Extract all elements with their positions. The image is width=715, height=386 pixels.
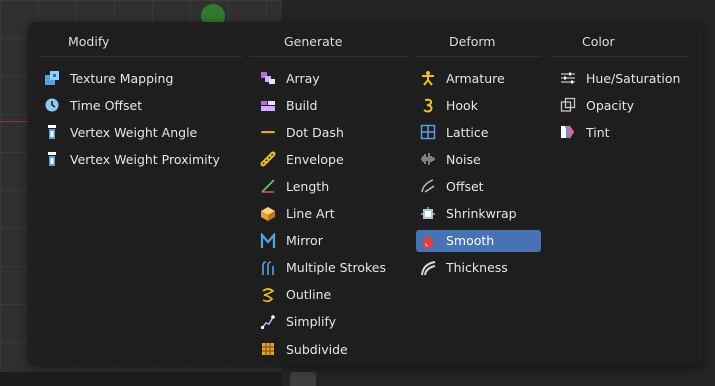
menu-item-line-art[interactable]: Line Art	[256, 203, 335, 225]
menu-item-label: Smooth	[446, 233, 495, 249]
column-divider	[38, 56, 243, 57]
menu-item-outline[interactable]: Outline	[256, 284, 331, 306]
line-art-icon	[260, 206, 276, 222]
menu-item-length[interactable]: Length	[256, 175, 329, 197]
menu-item-label: Multiple Strokes	[286, 260, 386, 276]
menu-item-opacity[interactable]: Opacity	[556, 94, 634, 116]
menu-item-label: Subdivide	[286, 341, 348, 357]
build-icon	[260, 97, 276, 113]
column-divider	[250, 56, 410, 57]
menu-item-noise[interactable]: Noise	[416, 148, 481, 170]
menu-item-build[interactable]: Build	[256, 94, 317, 116]
menu-item-label: Noise	[446, 151, 481, 167]
menu-item-vertex-weight-proximity[interactable]: Vertex Weight Proximity	[40, 148, 220, 170]
smooth-icon	[420, 233, 436, 249]
menu-item-label: Shrinkwrap	[446, 206, 517, 221]
menu-item-offset[interactable]: Offset	[416, 175, 484, 197]
outline-icon	[260, 287, 276, 303]
menu-item-label: Tint	[586, 124, 610, 140]
shrinkwrap-icon	[420, 206, 436, 222]
menu-item-multiple-strokes[interactable]: Multiple Strokes	[256, 257, 386, 279]
column-title-deform: Deform	[449, 34, 496, 49]
menu-item-vertex-weight-angle[interactable]: Vertex Weight Angle	[40, 121, 197, 143]
menu-item-label: Length	[286, 178, 330, 194]
menu-item-hue-saturation[interactable]: Hue/Saturation	[556, 67, 680, 89]
array-icon	[260, 70, 276, 86]
menu-item-label: Texture Mapping	[70, 70, 174, 86]
menu-item-label: Thickness	[446, 260, 508, 276]
menu-item-armature[interactable]: Armature	[416, 67, 505, 89]
opacity-icon	[560, 97, 576, 113]
menu-item-texture-mapping[interactable]: Texture Mapping	[40, 67, 173, 89]
menu-item-label: Armature	[446, 70, 505, 86]
menu-item-label: Envelope	[286, 151, 344, 167]
noise-icon	[420, 151, 436, 167]
menu-item-label: Vertex Weight Proximity	[70, 151, 220, 167]
menu-item-shrinkwrap[interactable]: Shrinkwrap	[416, 203, 517, 225]
menu-item-label: Build	[286, 97, 318, 113]
lattice-icon	[420, 124, 436, 140]
menu-item-label: Time Offset	[70, 97, 143, 113]
thickness-icon	[420, 260, 436, 276]
menu-item-label: Lattice	[446, 124, 489, 140]
menu-item-label: Dot Dash	[286, 124, 344, 140]
viewport-axis-line	[0, 121, 30, 122]
texture-mapping-icon	[44, 70, 60, 86]
column-divider	[550, 56, 690, 57]
subdivide-icon	[260, 341, 276, 357]
menu-item-label: Vertex Weight Angle	[70, 124, 198, 140]
hook-icon	[420, 97, 436, 113]
menu-item-label: Array	[286, 70, 320, 86]
offset-icon	[420, 178, 436, 194]
vertex-weight-icon	[44, 124, 60, 140]
menu-item-hook[interactable]: Hook	[416, 94, 478, 116]
mirror-icon	[260, 232, 276, 249]
menu-item-thickness[interactable]: Thickness	[416, 257, 508, 279]
column-title-modify: Modify	[68, 34, 110, 49]
add-modifier-menu: Modify Generate Deform Color Texture Map…	[28, 22, 703, 366]
menu-item-label: Hue/Saturation	[586, 70, 681, 86]
menu-item-envelope[interactable]: Envelope	[256, 148, 344, 170]
menu-item-label: Line Art	[286, 206, 335, 221]
tint-icon	[560, 124, 576, 140]
menu-item-label: Hook	[446, 97, 478, 113]
vertex-weight-icon	[44, 151, 60, 167]
length-icon	[260, 178, 276, 194]
multiple-strokes-icon	[260, 260, 276, 276]
menu-item-array[interactable]: Array	[256, 67, 320, 89]
menu-item-tint[interactable]: Tint	[556, 121, 610, 143]
menu-item-smooth[interactable]: Smooth	[416, 229, 541, 252]
menu-item-simplify[interactable]: Simplify	[256, 311, 336, 333]
time-offset-icon	[44, 97, 60, 113]
column-title-generate: Generate	[284, 34, 343, 49]
menu-item-label: Offset	[446, 178, 484, 194]
envelope-icon	[260, 151, 276, 167]
menu-item-label: Simplify	[286, 314, 337, 330]
dot-dash-icon	[260, 124, 276, 140]
menu-item-subdivide[interactable]: Subdivide	[256, 338, 348, 360]
menu-item-mirror[interactable]: Mirror	[256, 230, 323, 252]
menu-item-label: Mirror	[286, 233, 323, 249]
menu-item-label: Opacity	[586, 97, 635, 113]
column-title-color: Color	[582, 34, 615, 49]
simplify-icon	[260, 314, 276, 330]
timeline-strip	[0, 372, 282, 386]
modifier-tab-icon[interactable]	[290, 372, 316, 386]
menu-item-label: Outline	[286, 287, 332, 303]
menu-item-lattice[interactable]: Lattice	[416, 121, 488, 143]
menu-item-time-offset[interactable]: Time Offset	[40, 94, 142, 116]
armature-icon	[420, 70, 436, 86]
column-divider	[416, 56, 541, 57]
menu-item-dot-dash[interactable]: Dot Dash	[256, 121, 344, 143]
hue-saturation-icon	[560, 70, 576, 86]
